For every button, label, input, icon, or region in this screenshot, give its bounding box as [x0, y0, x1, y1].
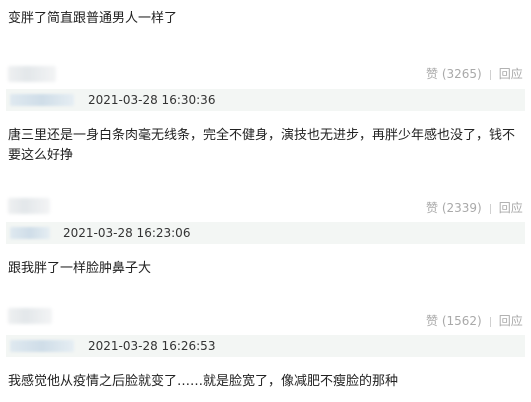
- blurred-user-avatar: [10, 340, 74, 352]
- comment-actions: 赞 (2339) 回应: [426, 200, 523, 216]
- comment-text: 变胖了简直跟普通男人一样了: [8, 11, 178, 26]
- reply-button[interactable]: 回应: [499, 201, 523, 215]
- comment-timestamp: 2021-03-28 16:26:53: [88, 339, 216, 353]
- blurred-username: [8, 308, 52, 324]
- blurred-user-avatar: [10, 94, 74, 106]
- comment-text: 跟我胖了一样脸肿鼻子大: [8, 261, 152, 276]
- comment-timestamp: 2021-03-28 16:23:06: [63, 226, 191, 240]
- reply-button[interactable]: 回应: [499, 67, 523, 81]
- comment-text: 唐三里还是一身白条肉毫无线条，完全不健身，演技也无进步，再胖少年感也没了，钱不要…: [8, 128, 516, 163]
- comment-meta-bar: [6, 335, 525, 357]
- blurred-username: [8, 198, 50, 214]
- comment-text: 我感觉他从疫情之后脸就变了……就是脸宽了，像减肥不瘦脸的那种: [8, 374, 399, 389]
- comment-meta-bar: [6, 89, 525, 111]
- comment-timestamp: 2021-03-28 16:30:36: [88, 93, 216, 107]
- like-button[interactable]: 赞 (1562): [426, 314, 482, 328]
- comment-actions: 赞 (3265) 回应: [426, 66, 523, 82]
- divider: [489, 69, 491, 80]
- reply-button[interactable]: 回应: [499, 314, 523, 328]
- comment-actions: 赞 (1562) 回应: [426, 313, 523, 329]
- divider: [489, 203, 491, 214]
- like-button[interactable]: 赞 (3265): [426, 67, 482, 81]
- divider: [489, 316, 491, 327]
- blurred-user-avatar: [10, 227, 50, 239]
- blurred-username: [8, 66, 56, 82]
- like-button[interactable]: 赞 (2339): [426, 201, 482, 215]
